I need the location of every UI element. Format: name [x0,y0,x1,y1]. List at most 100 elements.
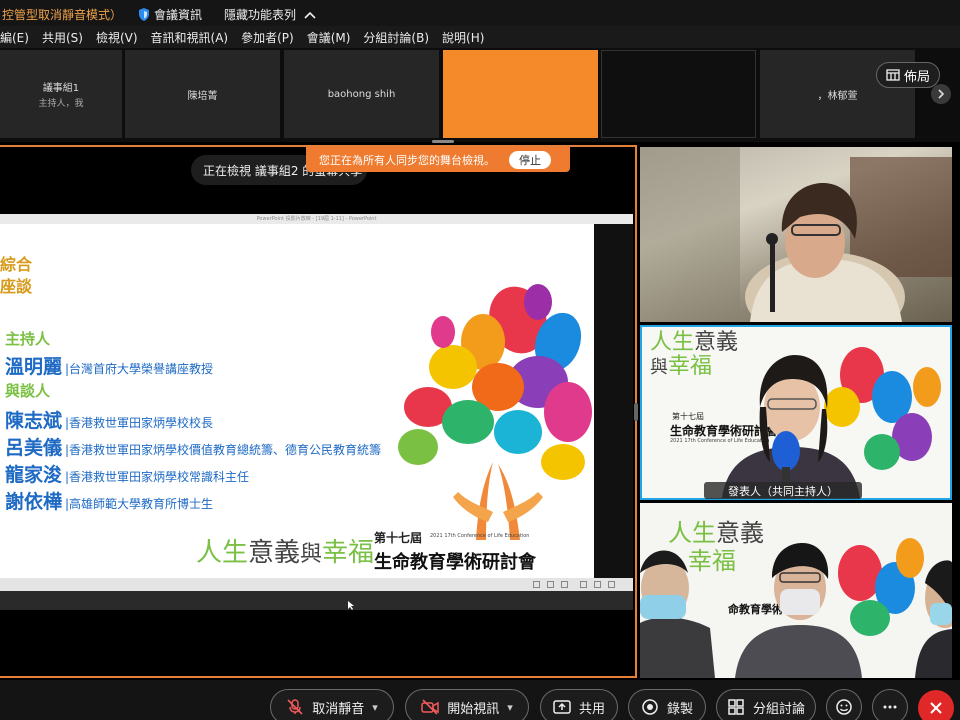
conf-name: 生命教育學術研討會 [374,552,536,573]
thumbnail-name: 議事組1 [42,83,80,94]
video-tile-active-speaker[interactable]: 人生意義 與幸福 第十七屆 生命教育學術研討會 2021 17th Confer… [640,325,952,500]
conf-edition: 第十七屆 [374,531,423,545]
menu-breakout[interactable]: 分組討論(B) [363,29,429,46]
breakout-rooms-button[interactable]: 分組討論 [716,689,816,720]
split-resize-handle[interactable] [634,403,638,421]
top-status-strip: 控管型取消靜音模式） 會議資訊 隱藏功能表列 [0,0,960,26]
host-name: 溫明麗 [5,356,63,378]
ppt-view-icon[interactable] [533,581,540,588]
logo-part-d: 幸福 [322,538,375,568]
menu-audio-video[interactable]: 音訊和視訊(A) [151,29,229,46]
panelist-name: 陳志斌 [5,410,63,432]
microphone-muted-icon [287,699,303,715]
speaker-caption: 發表人（共同主持人） [704,482,862,499]
panelist-name: 謝依樺 [5,491,63,513]
ppt-view-icon[interactable] [580,581,587,588]
menu-share[interactable]: 共用(S) [42,29,83,46]
sync-stage-banner: 您正在為所有人同步您的舞台檢視。 停止 [306,147,570,172]
ppt-view-icon[interactable] [594,581,601,588]
conf-english: 2021 17th Conference of Life Education [430,533,530,539]
reactions-button[interactable] [826,689,862,720]
chevron-up-icon [304,11,316,19]
host-title: |台灣首府大學榮譽講座教授 [65,362,214,376]
participant-video [640,538,952,678]
thumbnail-name: ，林郁萱 [817,90,858,102]
menu-view[interactable]: 檢視(V) [96,29,138,46]
thumbnail-tile[interactable]: 議事組1 主持人，我 [0,50,122,138]
thumbnail-tile[interactable]: baohong shih [284,50,439,138]
logo-part-a: 人生 [196,538,249,568]
host-entry: 溫明麗 |台灣首府大學榮譽講座教授 [5,352,213,379]
sync-stage-message: 您正在為所有人同步您的舞台檢視。 [319,153,495,167]
start-video-label: 開始視訊 [447,701,500,717]
thumbnail-tile[interactable]: 陳培菁 [125,50,280,138]
layout-grid-icon [886,69,900,81]
stop-sync-button[interactable]: 停止 [509,150,551,169]
shield-icon [139,8,149,21]
record-icon [642,699,658,715]
start-video-button[interactable]: 開始視訊 ▾ [405,689,529,720]
next-thumbnails-button[interactable] [931,84,951,104]
layout-button[interactable]: 佈局 [876,62,940,88]
ppt-view-icon[interactable] [547,581,554,588]
smiley-icon [836,699,852,715]
thumbnail-tile-orange[interactable] [443,50,598,138]
video-tile-speaker-1[interactable] [640,147,952,322]
participant-video [722,347,941,498]
slide-side-gutter [594,224,633,578]
leave-meeting-button[interactable] [918,690,954,720]
thumbnail-tile-dark[interactable] [601,50,756,138]
meeting-info-button[interactable]: 會議資訊 [138,6,202,23]
panelist-entry: 龍家浚 |香港救世軍田家炳學校常識科主任 [5,460,249,487]
menu-meeting[interactable]: 會議(M) [307,29,351,46]
share-label: 共用 [578,701,605,717]
host-label: 主持人 [5,330,51,348]
unmute-label: 取消靜音 [312,701,365,717]
panelist-entry: 陳志斌 |香港救世軍田家炳學校校長 [5,406,213,433]
layout-label: 佈局 [903,69,930,85]
slide-logo-text: 人生意義與幸福 [196,532,374,569]
more-options-button[interactable] [872,689,908,720]
panelist-name: 龍家浚 [5,464,63,486]
mute-mode-status: 控管型取消靜音模式） [2,8,123,22]
more-dots-icon [883,705,897,709]
chevron-down-icon[interactable]: ▾ [372,701,378,714]
chevron-down-icon[interactable]: ▾ [507,701,513,714]
panelist-name: 呂美儀 [5,437,63,459]
thumbnail-role: 主持人，我 [38,99,84,109]
ppt-view-icon[interactable] [561,581,568,588]
hide-menu-toggle[interactable]: 隱藏功能表列 [224,6,316,23]
logo-part-c: 與 [300,542,323,567]
slide-heading-line1: 綜合 [0,255,33,274]
meeting-info-label: 會議資訊 [154,8,203,22]
unmute-button[interactable]: 取消靜音 ▾ [270,689,394,720]
menu-edit[interactable]: 編(E) [0,29,29,46]
menu-help[interactable]: 說明(H) [442,29,484,46]
menu-bar: 編(E) 共用(S) 檢視(V) 音訊和視訊(A) 參加者(P) 會議(M) 分… [0,26,960,48]
colorful-tree-illustration [398,284,592,540]
slide-heading: 綜合 座談 [0,254,32,298]
panel-label: 與談人 [5,382,51,400]
panelist-title: |香港救世軍田家炳學校校長 [65,416,214,430]
share-button[interactable]: 共用 [540,689,618,720]
close-icon [930,702,942,714]
thumbnail-name: baohong shih [327,88,396,100]
panelist-entry: 謝依樺 |高雄師範大學教育所博士生 [5,487,213,514]
record-button[interactable]: 錄製 [628,689,706,720]
breakout-rooms-icon [728,699,744,715]
cursor-icon [348,601,354,610]
menu-participants[interactable]: 參加者(P) [241,29,294,46]
ppt-status-bar [0,578,633,591]
logo-part-b: 意義 [248,538,301,568]
thumbnail-resize-handle[interactable] [432,140,454,143]
video-off-icon [421,699,439,715]
panelist-entry: 呂美儀 |香港救世軍田家炳學校價值教育總統籌、德育公民教育統籌 [5,433,381,460]
participant-thumbnail-row: 議事組1 主持人，我 陳培菁 baohong shih ，林郁萱 佈局 [0,48,960,142]
breakout-rooms-label: 分組討論 [752,701,805,717]
meeting-toolbar: 取消靜音 ▾ 開始視訊 ▾ 共用 錄製 分組討論 [0,680,960,720]
thumbnail-name: 陳培菁 [187,90,218,102]
video-tile-group[interactable]: 人生意義 幸福 命教育學術研討會 [640,503,952,678]
share-screen-icon [553,700,571,714]
ppt-view-icon[interactable] [608,581,615,588]
panelist-title: |香港救世軍田家炳學校價值教育總統籌、德育公民教育統籌 [65,443,382,457]
